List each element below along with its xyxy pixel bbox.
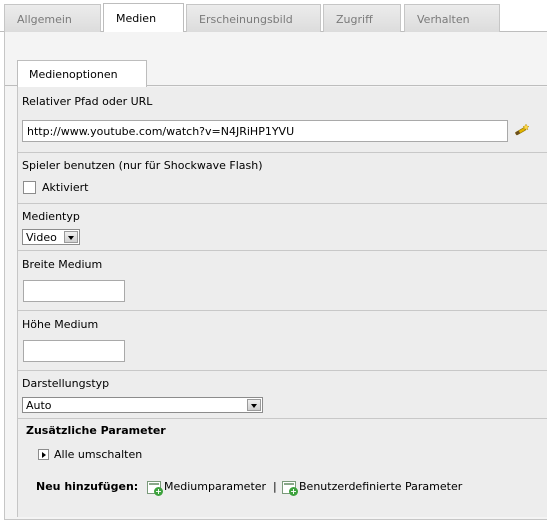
add-medium-param-link[interactable]: Mediumparameter xyxy=(164,480,266,493)
chevron-down-icon xyxy=(64,231,78,243)
add-custom-param-icon[interactable]: + xyxy=(282,481,298,496)
media-type-value: Video xyxy=(26,231,57,244)
player-checkbox-label: Aktiviert xyxy=(42,181,89,194)
height-label: Höhe Medium xyxy=(22,318,99,331)
path-input[interactable] xyxy=(22,120,508,142)
tab-medien[interactable]: Medien xyxy=(103,3,184,32)
tab-erscheinungsbild[interactable]: Erscheinungsbild xyxy=(186,4,321,32)
display-type-value: Auto xyxy=(26,399,52,412)
path-label: Relativer Pfad oder URL xyxy=(22,95,153,108)
height-row: Höhe Medium xyxy=(18,311,547,371)
player-row: Spieler benutzen (nur für Shockwave Flas… xyxy=(18,153,547,204)
tab-zugriff[interactable]: Zugriff xyxy=(323,4,401,32)
player-checkbox[interactable] xyxy=(23,181,36,194)
chevron-down-icon xyxy=(247,399,261,411)
media-type-label: Medientyp xyxy=(22,210,80,223)
player-label: Spieler benutzen (nur für Shockwave Flas… xyxy=(22,159,263,172)
path-row: Relativer Pfad oder URL xyxy=(18,87,547,153)
width-label: Breite Medium xyxy=(22,258,103,271)
display-type-select[interactable]: Auto xyxy=(22,397,263,413)
toggle-all-link[interactable]: Alle umschalten xyxy=(54,448,142,461)
display-type-row: Darstellungstyp Auto xyxy=(18,371,547,419)
extra-params-title: Zusätzliche Parameter xyxy=(26,424,166,437)
tab-medienoptionen[interactable]: Medienoptionen xyxy=(17,60,147,87)
width-input[interactable] xyxy=(23,280,125,302)
tab-panel: Medienoptionen Relativer Pfad oder URL S… xyxy=(4,32,547,520)
add-new-separator: | xyxy=(273,480,277,493)
display-type-label: Darstellungstyp xyxy=(22,377,110,390)
height-input[interactable] xyxy=(23,340,125,362)
media-type-select[interactable]: Video xyxy=(22,229,80,245)
sub-tab-bar: Medienoptionen xyxy=(5,60,547,87)
width-row: Breite Medium xyxy=(18,251,547,311)
extra-params-row: Zusätzliche Parameter Alle umschalten Ne… xyxy=(18,419,547,511)
expand-toggle-icon[interactable] xyxy=(38,449,49,460)
tab-allgemein[interactable]: Allgemein xyxy=(4,4,101,32)
add-custom-param-link[interactable]: Benutzerdefinierte Parameter xyxy=(299,480,462,493)
media-type-row: Medientyp Video xyxy=(18,204,547,251)
media-options-form: Relativer Pfad oder URL Spieler benutzen… xyxy=(17,87,547,517)
add-new-label: Neu hinzufügen: xyxy=(36,480,139,493)
top-tab-bar: Allgemein Medien Erscheinungsbild Zugrif… xyxy=(0,0,547,32)
add-medium-param-icon[interactable]: + xyxy=(147,481,163,496)
tab-verhalten[interactable]: Verhalten xyxy=(404,4,500,32)
wizard-wand-icon[interactable] xyxy=(514,122,530,138)
